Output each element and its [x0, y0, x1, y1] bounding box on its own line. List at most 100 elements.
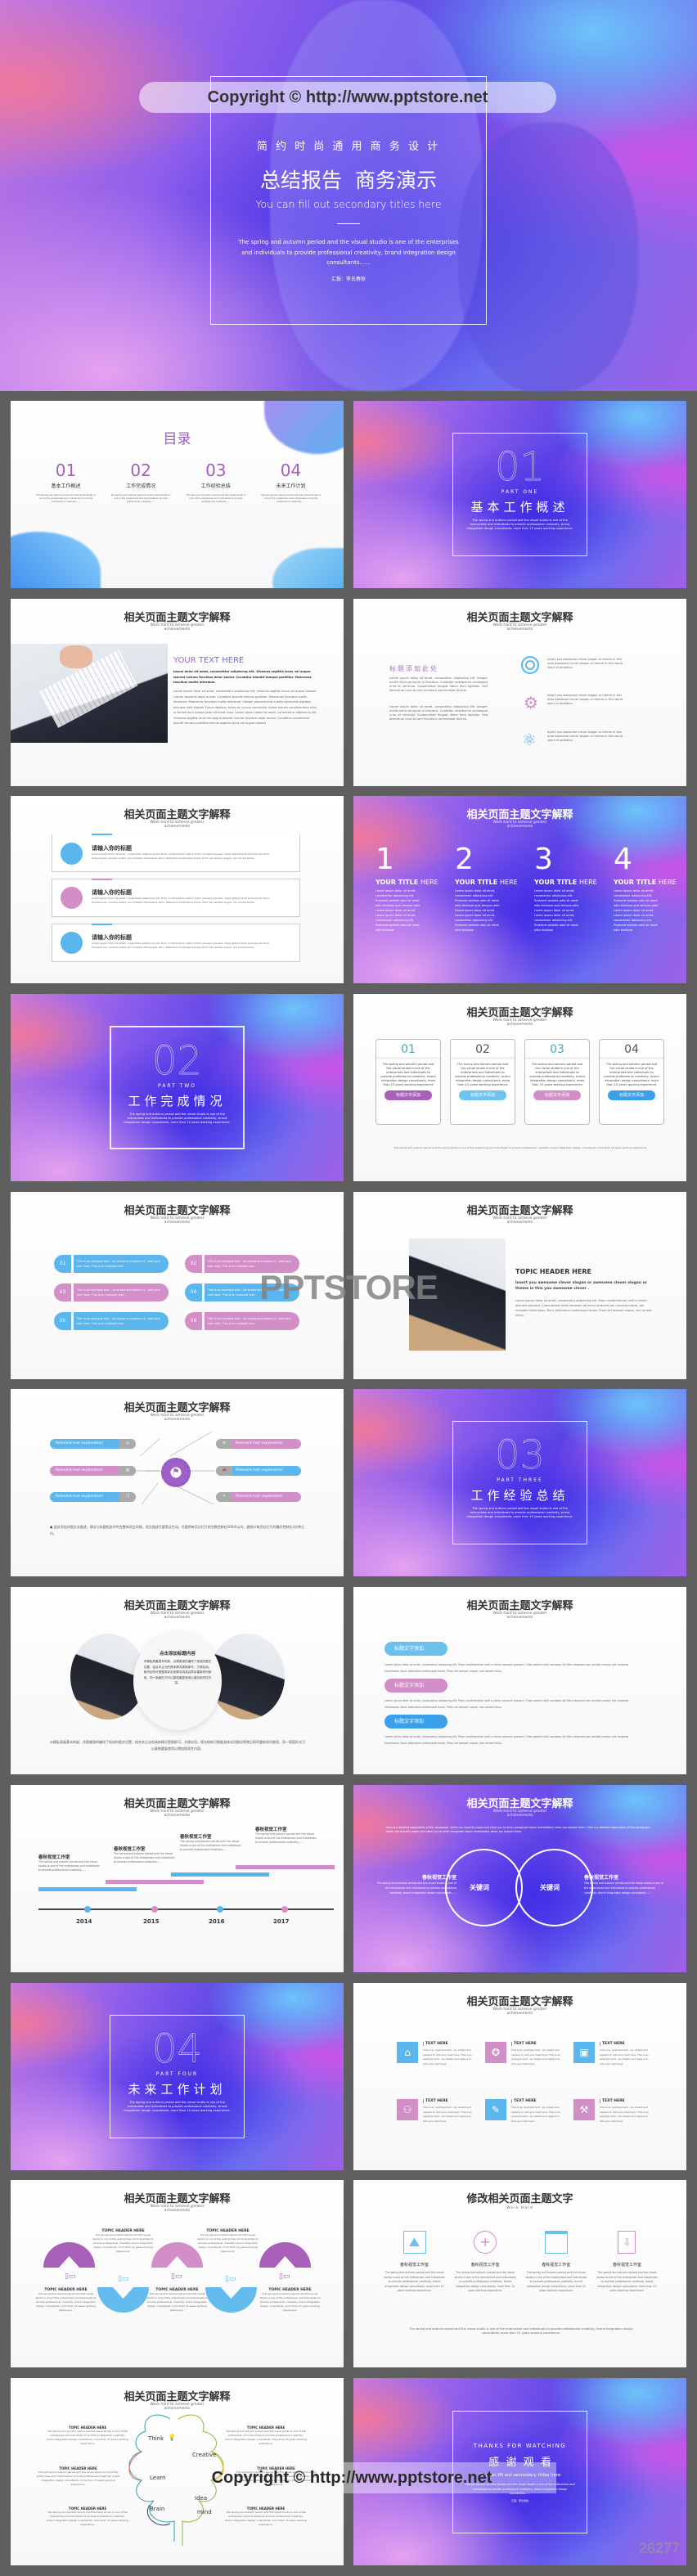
thanks-reporter: 汇报：李氏春秋: [510, 2498, 528, 2502]
slide-title: 修改相关页面主题文字: [466, 2193, 573, 2205]
slide-subtitle: Work hard to achieve greater achievement…: [492, 2007, 547, 2016]
gear-note: ● 此处添加详细文本描述，建议与标题相关并符合整体语言风格，语言描述尽量简洁生动…: [50, 1525, 304, 1535]
gear-item[interactable]: Relevant text explanation ❐: [50, 1492, 136, 1502]
pencil-icon: ✎: [485, 2099, 506, 2120]
column-title: YOUR TITLE HERE: [455, 879, 518, 886]
slide-section-03[interactable]: 03 PART THREE 工作经验总结 The spring and autumn …: [353, 1389, 686, 1576]
slide-tags-3[interactable]: 相关页面主题文字解释 Work hard to achieve greater a…: [353, 1587, 686, 1774]
arch-topic: TOPIC HEADER HERE The spring and autumn p…: [92, 2229, 154, 2253]
circle-icon: [61, 887, 83, 909]
pill-item[interactable]: 06 This is an example text . Go ahead and…: [185, 1312, 299, 1330]
slide-subtitle: Work hard to achieve greater achievement…: [150, 2205, 205, 2213]
card-text: Lorem ipsum dolor sit amet, consectetur …: [92, 942, 270, 949]
gear-item[interactable]: ✲ Relevant text explanation: [216, 1439, 301, 1449]
target-icon: [521, 656, 539, 674]
slide-title: 相关页面主题文字解释: [466, 1600, 573, 1612]
timeline-bar: [171, 1872, 269, 1877]
slide-cards-3[interactable]: 相关页面主题文字解释 Work hard to achieve greater a…: [11, 796, 344, 983]
slide-numbers-4[interactable]: 相关页面主题文字解释 Work hard to achieve greater a…: [353, 796, 686, 983]
tag-button[interactable]: 标题文字添加: [384, 1642, 447, 1656]
tag-button[interactable]: 标题文字添加: [384, 1715, 447, 1729]
column-text: Lorem ipsum dolor sit amet, consectetur …: [614, 889, 659, 932]
slide-icon-grid[interactable]: 相关页面主题文字解释 Work hard to achieve greater a…: [353, 1983, 686, 2170]
slide-keywords[interactable]: 相关页面主题文字解释 Work hard to achieve greater a…: [353, 1785, 686, 1972]
toc-desc: The spring and autumn period and the vis…: [110, 493, 171, 503]
timeline-dot: [151, 1906, 158, 1913]
compass-icon: ◎: [119, 1439, 136, 1449]
tag-text: Lorem ipsum dolor sit amet, consectetur …: [384, 1699, 629, 1709]
slide-photo-text[interactable]: 相关页面主题文字解释 Work hard to achieve greater a…: [11, 599, 344, 786]
devices-icon: ▯▭: [279, 2273, 290, 2281]
gear-item[interactable]: ✕ Relevant text explanation: [216, 1492, 301, 1502]
outline-item: ⛰ 春秋视觉工作室 The spring and autumn period and…: [384, 2231, 445, 2294]
toc-label: 工作完成情况: [126, 483, 156, 489]
timeline-axis: [38, 1908, 334, 1910]
toc-item-01[interactable]: 01 基本工作概述 The spring and autumn period and…: [35, 461, 97, 503]
slide-boxes-4[interactable]: 相关页面主题文字解释 Work hard to achieve greater a…: [353, 994, 686, 1181]
column-title: YOUR TITLE HERE: [375, 879, 438, 886]
card-title: 请输入你的标题: [92, 845, 132, 852]
toc-item-03[interactable]: 03 工作经验总结 The spring and autumn period and…: [185, 461, 246, 503]
number-column: 2 YOUR TITLE HERE Lorem ipsum dolor sit am…: [455, 843, 519, 933]
devices-icon: ▯▭: [65, 2273, 76, 2281]
slide-timeline[interactable]: 相关页面主题文字解释 Work hard to achieve greater a…: [11, 1785, 344, 1972]
section-frame: 02 PART TWO 工作完成情况 The spring and autumn pe…: [110, 1026, 245, 1149]
gear-item[interactable]: Relevant text explanation ◎: [50, 1439, 136, 1449]
gear-item[interactable]: Relevant text explanation ▥: [50, 1466, 136, 1476]
arch-topic: TOPIC HEADER HERE The spring and autumn p…: [35, 2288, 97, 2312]
toc-item-02[interactable]: 02 工作完成情况 The spring and autumn period and…: [110, 461, 172, 503]
brain-word: Creative: [192, 2452, 217, 2458]
arch-topic: TOPIC HEADER HERE The spring and autumn p…: [146, 2288, 208, 2312]
devices-icon: ▯▭: [118, 2275, 129, 2283]
download-icon: ⇩: [618, 2231, 636, 2254]
grid-item: ▣ TEXT HERE This is an example text . Go a…: [573, 2042, 662, 2066]
icons3-item-text: Insert you awesome clever slogan or them…: [547, 694, 623, 705]
slide-arches[interactable]: 相关页面主题文字解释 Work hard to achieve greater a…: [11, 2180, 344, 2367]
gear-chart-icon: ⚙: [524, 693, 538, 713]
slide-subtitle: Work hard to achieve greater achievement…: [492, 1809, 547, 1818]
slide-section-04[interactable]: 04 PART FOUR 未来工作计划 The spring and autumn p…: [11, 1983, 344, 2170]
slide-title: 相关页面主题文字解释: [124, 2193, 231, 2205]
slide-section-02[interactable]: 02 PART TWO 工作完成情况 The spring and autumn pe…: [11, 994, 344, 1181]
section-desc: The spring and autumn period and the vis…: [466, 519, 573, 530]
slide-circles[interactable]: 相关页面主题文字解释 Work hard to achieve greater a…: [11, 1587, 344, 1774]
icons3-item-text: Insert you awesome clever slogan or them…: [547, 658, 623, 669]
tools-icon: ⚒: [573, 2099, 595, 2120]
slide-subtitle: Work hard to achieve greater achievement…: [492, 1612, 547, 1620]
box-button[interactable]: 标题文字添加: [384, 1090, 432, 1100]
card-title: 请输入你的标题: [92, 934, 132, 941]
slide-title: 相关页面主题文字解释: [466, 1996, 573, 2008]
pill-item[interactable]: 03 This is an example text . Go ahead and…: [54, 1284, 169, 1301]
cover-desc: The spring and autumn period and the vis…: [238, 239, 459, 266]
section-part: PART FOUR: [155, 2071, 199, 2077]
toc-desc: The spring and autumn period and the vis…: [186, 493, 246, 503]
box: 04 The spring and autumn period and the v…: [599, 1039, 664, 1125]
slide-gear[interactable]: 相关页面主题文字解释 Work hard to achieve greater a…: [11, 1389, 344, 1576]
card[interactable]: 请输入你的标题 Lorem ipsum dolor sit amet, cons…: [52, 924, 300, 962]
slide-section-01[interactable]: 01 PART ONE 基本工作概述 The spring and autumn pe…: [353, 401, 686, 588]
tag-button[interactable]: 标题文字添加: [384, 1679, 447, 1693]
box-button[interactable]: 标题文字添加: [608, 1090, 655, 1100]
tag-text: Lorem ipsum dolor sit amet, consectetur …: [384, 1663, 629, 1673]
card[interactable]: 请输入你的标题 Lorem ipsum dolor sit amet, cons…: [52, 834, 300, 872]
brain-topic: TOPIC HEADER HERE The spring and autumn p…: [47, 2506, 128, 2526]
circle-icon: [61, 843, 83, 865]
circles-footer: 本模板具备基本构架，合理美观的编排了现成的图文位置，结合本企业的具体情况更换即可…: [50, 1740, 305, 1751]
gear-item[interactable]: 📣 Relevant text explanation: [216, 1466, 301, 1476]
box-button[interactable]: 标题文字添加: [459, 1090, 506, 1100]
cover-line1: 简 约 时 尚 通 用 商 务 设 计: [256, 141, 441, 153]
pill-item[interactable]: 05 This is an example text . Go ahead and…: [54, 1312, 169, 1330]
column-text: Lorem ipsum dolor sit amet, consectetur …: [534, 889, 579, 932]
box-button[interactable]: 标题文字添加: [533, 1090, 581, 1100]
slide-toc[interactable]: 目录 01 基本工作概述 The spring and autumn period …: [11, 401, 344, 588]
pill-item[interactable]: 01 This is an example text . Go ahead and…: [54, 1255, 169, 1273]
slide-icons-3[interactable]: 相关页面主题文字解释 Work hard to achieve greater a…: [353, 599, 686, 786]
template-id: 26277: [638, 2540, 680, 2556]
card[interactable]: 请输入你的标题 Lorem ipsum dolor sit amet, cons…: [52, 879, 300, 917]
cover-slide: 简 约 时 尚 通 用 商 务 设 计 总结报告 商务演示 You can fi…: [0, 0, 697, 393]
section-part: PART THREE: [497, 1477, 543, 1483]
number-column: 3 YOUR TITLE HERE Lorem ipsum dolor sit am…: [534, 843, 599, 933]
toc-item-04[interactable]: 04 未来工作计划 The spring and autumn period and…: [260, 461, 322, 503]
slide-outline-icons[interactable]: 修改相关页面主题文字 Work Hard ⛰ 春秋视觉工作室 The spring …: [353, 2180, 686, 2367]
section-desc: The spring and autumn period and the vis…: [124, 2101, 231, 2112]
